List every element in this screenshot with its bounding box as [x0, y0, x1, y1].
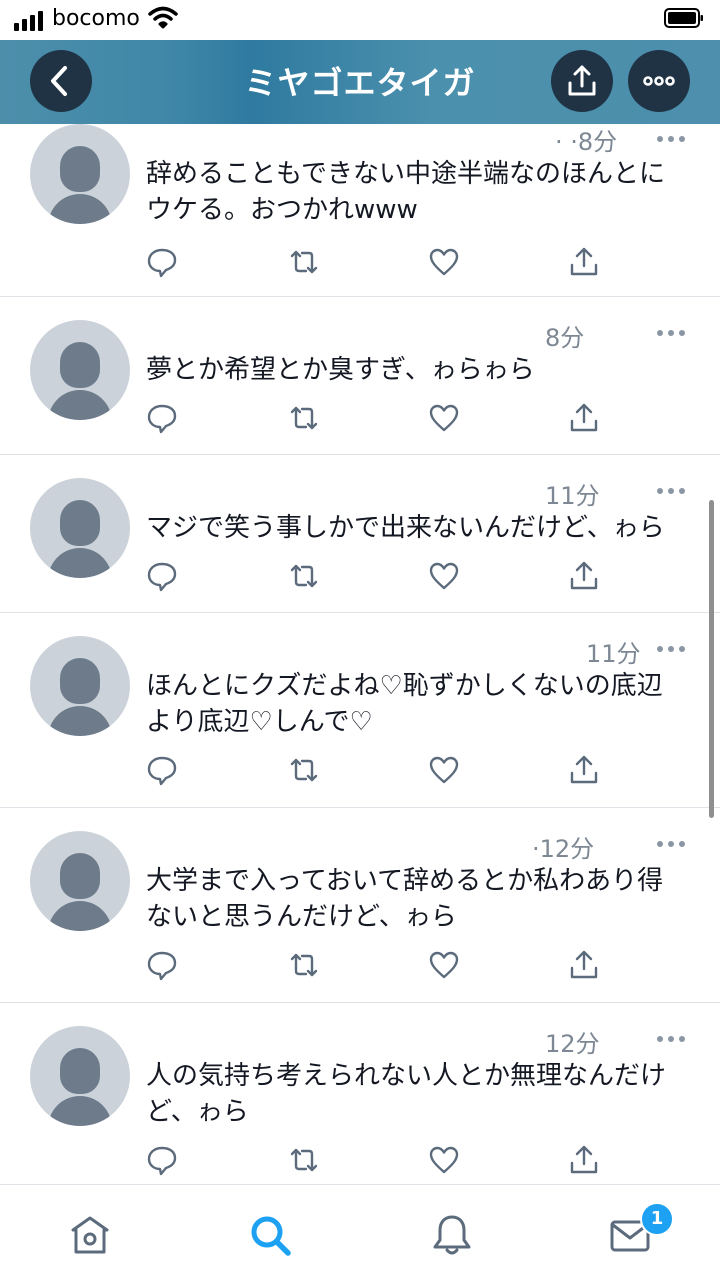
- like-icon[interactable]: [428, 1144, 460, 1176]
- reply-icon[interactable]: [146, 402, 178, 434]
- like-icon[interactable]: [428, 560, 460, 592]
- retweet-icon[interactable]: [288, 246, 320, 278]
- tweet-text: 人の気持ち考えられない人とか無理なんだけ ど、ゎら: [146, 1061, 667, 1127]
- share-icon[interactable]: [568, 560, 600, 592]
- notifications-icon[interactable]: [430, 1213, 474, 1257]
- reply-icon[interactable]: [146, 754, 178, 786]
- avatar[interactable]: [30, 320, 130, 420]
- retweet-icon[interactable]: [288, 560, 320, 592]
- tweet-time: ·12分: [532, 835, 595, 863]
- tweet-more-icon[interactable]: [657, 644, 687, 654]
- more-icon: [643, 76, 675, 86]
- wifi-icon: [148, 6, 178, 29]
- tweet-item[interactable]: · ·8分 辞めることもできない中途半端なのほんとに ウケる。おつかれwww: [0, 124, 720, 297]
- tweet-more-icon[interactable]: [657, 328, 687, 338]
- share-icon[interactable]: [568, 1144, 600, 1176]
- battery-icon: [664, 8, 703, 28]
- tweet-feed[interactable]: · ·8分 辞めることもできない中途半端なのほんとに ウケる。おつかれwww 8…: [0, 124, 720, 1184]
- avatar[interactable]: [30, 124, 130, 224]
- signal-icon: [14, 9, 48, 31]
- tweet-time: 12分: [545, 1030, 600, 1058]
- retweet-icon[interactable]: [288, 1144, 320, 1176]
- messages-badge: 1: [640, 1202, 674, 1236]
- avatar[interactable]: [30, 1026, 130, 1126]
- home-icon[interactable]: [68, 1213, 112, 1257]
- tweet-text: 夢とか希望とか臭すぎ、ゎらゎら: [146, 355, 535, 385]
- tweet-text: マジで笑う事しかで出来ないんだけど、ゎら: [146, 513, 665, 543]
- tweet-item[interactable]: 12分 人の気持ち考えられない人とか無理なんだけ ど、ゎら: [0, 1002, 720, 1184]
- tweet-text: 辞めることもできない中途半端なのほんとに ウケる。おつかれwww: [146, 159, 665, 225]
- share-button[interactable]: [551, 50, 613, 112]
- retweet-icon[interactable]: [288, 402, 320, 434]
- tweet-more-icon[interactable]: [657, 1034, 687, 1044]
- scrollbar[interactable]: [709, 500, 714, 818]
- tab-bar: [0, 1184, 720, 1281]
- carrier-name: bocomo: [52, 6, 140, 31]
- profile-header: ミヤゴエタイガ: [0, 40, 720, 124]
- share-icon[interactable]: [568, 754, 600, 786]
- like-icon[interactable]: [428, 246, 460, 278]
- share-icon: [568, 65, 596, 96]
- share-icon[interactable]: [568, 246, 600, 278]
- tweet-more-icon[interactable]: [657, 134, 687, 144]
- reply-icon[interactable]: [146, 560, 178, 592]
- avatar[interactable]: [30, 636, 130, 736]
- status-bar: bocomo: [0, 0, 720, 40]
- retweet-icon[interactable]: [288, 949, 320, 981]
- tweet-text: 大学まで入っておいて辞めるとか私わあり得 ないと思うんだけど、ゎら: [146, 866, 664, 932]
- tweet-time: · ·8分: [555, 128, 618, 156]
- tweet-more-icon[interactable]: [657, 486, 687, 496]
- tweet-item[interactable]: 8分 夢とか希望とか臭すぎ、ゎらゎら: [0, 296, 720, 455]
- tweet-item[interactable]: ·12分 大学まで入っておいて辞めるとか私わあり得 ないと思うんだけど、ゎら: [0, 807, 720, 1003]
- tweet-time: 8分: [545, 324, 585, 352]
- like-icon[interactable]: [428, 402, 460, 434]
- tweet-more-icon[interactable]: [657, 839, 687, 849]
- tweet-text: ほんとにクズだよね♡恥ずかしくないの底辺 より底辺♡しんで♡: [146, 671, 663, 737]
- more-options-button[interactable]: [628, 50, 690, 112]
- reply-icon[interactable]: [146, 246, 178, 278]
- tweet-time: 11分: [586, 640, 641, 668]
- like-icon[interactable]: [428, 949, 460, 981]
- share-icon[interactable]: [568, 949, 600, 981]
- avatar[interactable]: [30, 831, 130, 931]
- tweet-item[interactable]: 11分 ほんとにクズだよね♡恥ずかしくないの底辺 より底辺♡しんで♡: [0, 612, 720, 808]
- like-icon[interactable]: [428, 754, 460, 786]
- share-icon[interactable]: [568, 402, 600, 434]
- retweet-icon[interactable]: [288, 754, 320, 786]
- avatar[interactable]: [30, 478, 130, 578]
- reply-icon[interactable]: [146, 949, 178, 981]
- tweet-item[interactable]: 11分 マジで笑う事しかで出来ないんだけど、ゎら: [0, 454, 720, 613]
- search-icon[interactable]: [248, 1213, 292, 1257]
- tweet-time: 11分: [545, 482, 600, 510]
- reply-icon[interactable]: [146, 1144, 178, 1176]
